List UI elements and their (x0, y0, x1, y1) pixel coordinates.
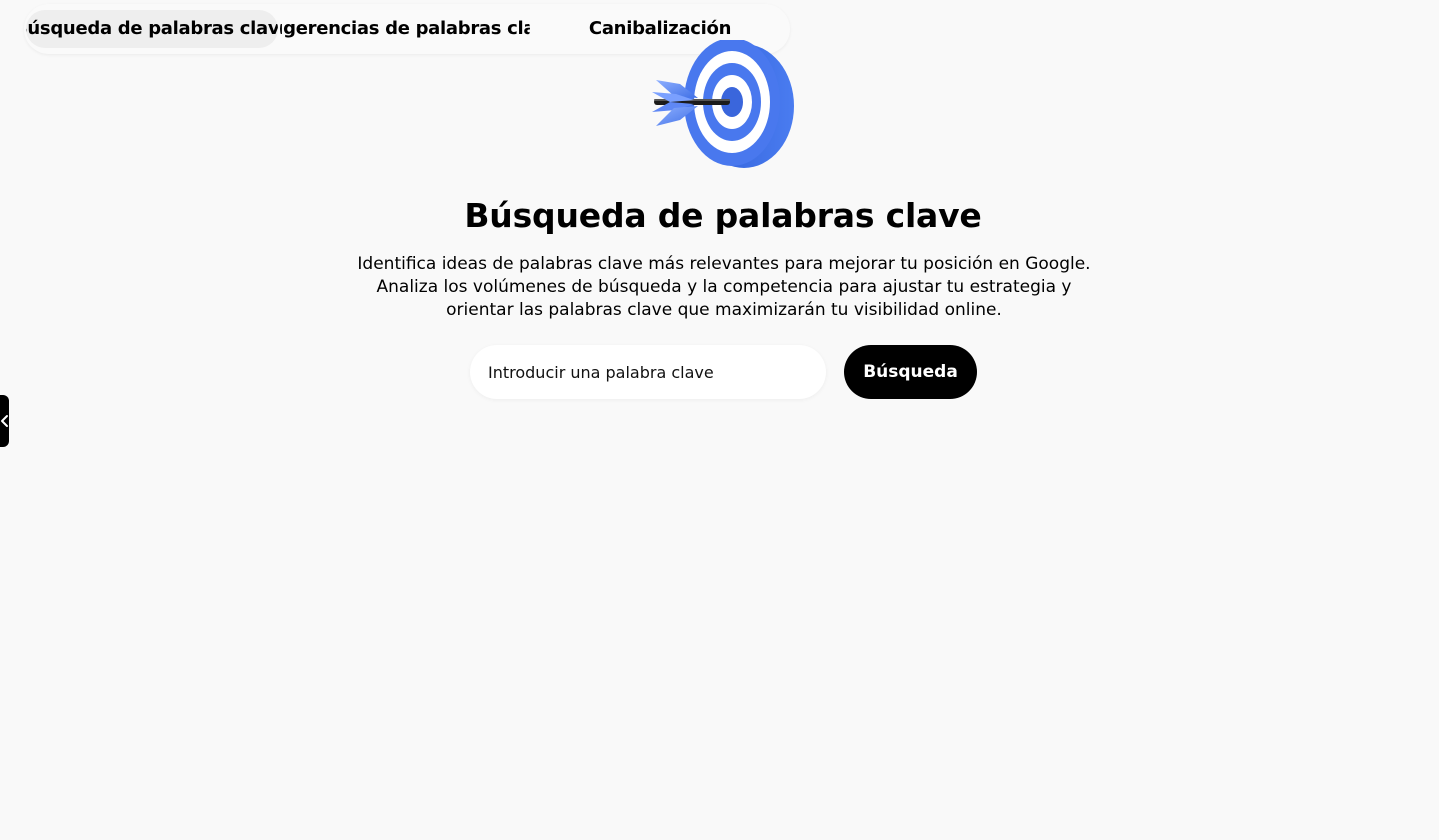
tab-keyword-suggestions[interactable]: Sugerencias de palabras clave (280, 10, 530, 48)
page-description: Identifica ideas de palabras clave más r… (274, 253, 1174, 322)
tab-keyword-search-label: Búsqueda de palabras clave (26, 18, 278, 39)
page-title: Búsqueda de palabras clave (464, 196, 982, 235)
side-panel-toggle[interactable] (0, 395, 9, 447)
tab-keyword-suggestions-label: Sugerencias de palabras clave (280, 18, 530, 39)
target-arrow-icon (646, 38, 798, 172)
description-line: Identifica ideas de palabras clave más r… (357, 254, 1091, 274)
description-line: Analiza los volúmenes de búsqueda y la c… (376, 277, 1072, 297)
tab-keyword-search[interactable]: Búsqueda de palabras clave (26, 10, 278, 48)
keyword-search-input[interactable] (470, 345, 826, 399)
description-line: orientar las palabras clave que maximiza… (446, 300, 1002, 320)
search-button[interactable]: Búsqueda (844, 345, 977, 399)
chevron-left-icon (1, 415, 8, 427)
